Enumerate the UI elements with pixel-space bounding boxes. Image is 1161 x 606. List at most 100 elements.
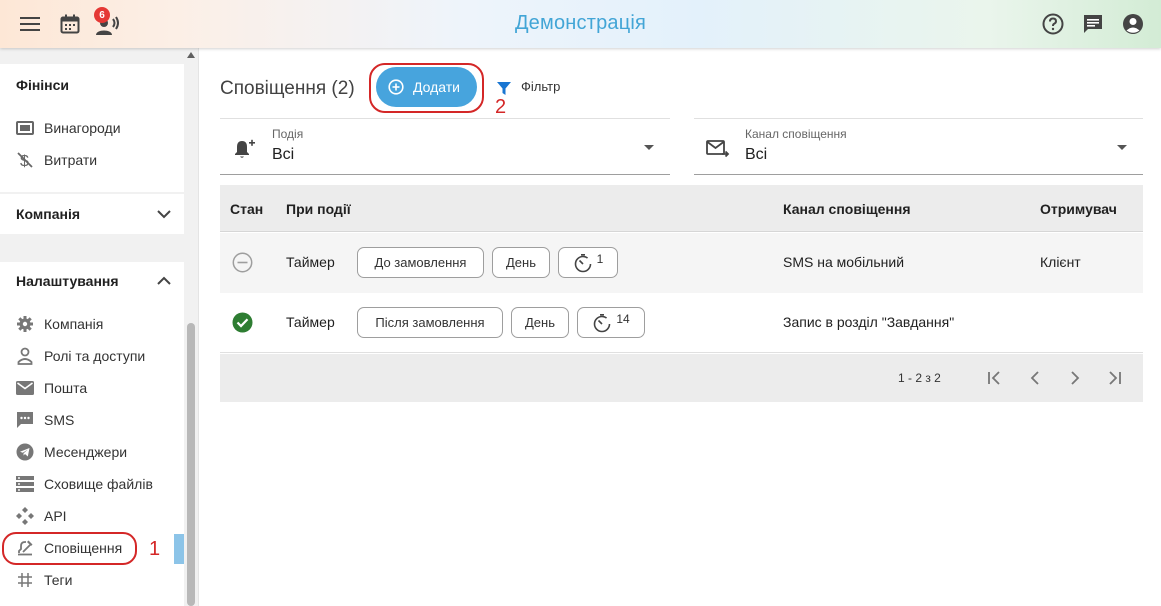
event-select[interactable]: Подія Всі xyxy=(220,118,670,175)
status-enabled-icon xyxy=(232,312,253,333)
annotation-number: 2 xyxy=(495,96,507,118)
chip-label: 1 xyxy=(596,251,604,266)
menu-icon[interactable] xyxy=(18,12,42,36)
scroll-up-arrow-icon[interactable] xyxy=(187,52,195,58)
timing-chip[interactable]: Після замовлення xyxy=(357,307,503,338)
sidebar-item-mail[interactable]: Пошта xyxy=(0,372,184,404)
sms-icon xyxy=(16,411,34,429)
recipient-name: Клієнт xyxy=(1040,254,1081,270)
mail-icon xyxy=(16,379,34,397)
annotation-oval xyxy=(369,63,484,113)
event-type: Таймер xyxy=(286,314,335,330)
annotation-number: 1 xyxy=(149,538,161,560)
sidebar-item-rewards[interactable]: Винагороди xyxy=(0,112,184,144)
channel-select-label: Канал сповіщення xyxy=(745,127,847,141)
sidebar-item-tags[interactable]: Теги xyxy=(0,564,184,596)
chip-label: 14 xyxy=(616,311,630,326)
event-select-label: Подія xyxy=(272,127,304,141)
prev-page-icon[interactable] xyxy=(1025,368,1045,388)
table-row[interactable]: Таймер До замовлення День 1 SMS на мобіл… xyxy=(220,233,1143,293)
chevron-down-icon xyxy=(157,210,171,219)
timer-icon xyxy=(574,253,591,272)
sidebar-item-api[interactable]: API xyxy=(0,500,184,532)
column-header-status[interactable]: Стан xyxy=(230,201,263,217)
storage-icon xyxy=(16,475,34,493)
event-type: Таймер xyxy=(286,254,335,270)
chevron-up-icon[interactable] xyxy=(154,271,174,291)
dropdown-arrow-icon xyxy=(644,145,654,150)
timer-icon xyxy=(594,313,611,332)
help-icon[interactable] xyxy=(1041,12,1065,36)
sidebar-item-roles[interactable]: Ролі та доступи xyxy=(0,340,184,372)
app-title: Демонстрація xyxy=(514,12,647,34)
bell-plus-icon xyxy=(235,139,255,158)
next-page-icon[interactable] xyxy=(1065,368,1085,388)
unit-chip[interactable]: День xyxy=(511,307,569,338)
account-icon[interactable] xyxy=(1121,12,1145,36)
sidebar-item-sms[interactable]: SMS xyxy=(0,404,184,436)
sidebar-item-label: Компанія xyxy=(44,316,104,332)
sidebar-item-label: API xyxy=(44,508,67,524)
chip-label: До замовлення xyxy=(374,255,467,270)
sidebar-item-messengers[interactable]: Месенджери xyxy=(0,436,184,468)
count-chip[interactable]: 14 xyxy=(577,307,645,338)
sidebar-item-label: Витрати xyxy=(44,152,98,168)
scrollbar-thumb[interactable] xyxy=(187,323,195,606)
timing-chip[interactable]: До замовлення xyxy=(357,247,484,278)
sidebar-item-label: SMS xyxy=(44,412,75,428)
active-item-indicator xyxy=(174,534,184,564)
sidebar-section-title: Налаштування xyxy=(16,273,119,289)
gear-icon xyxy=(16,315,34,333)
sidebar-item-label: Ролі та доступи xyxy=(44,348,146,364)
channel-name: SMS на мобільний xyxy=(783,254,905,270)
dollar-strike-icon: $ xyxy=(16,151,34,169)
table-pagination: 1 - 2 з 2 xyxy=(220,354,1143,402)
column-header-recipient[interactable]: Отримувач xyxy=(1040,201,1117,217)
sidebar-item-expenses[interactable]: $ Витрати xyxy=(0,144,184,176)
telegram-icon xyxy=(16,443,34,461)
notifications-table: Стан При події Канал сповіщення Отримува… xyxy=(220,185,1143,402)
sidebar-item-label: Сховище файлів xyxy=(44,476,153,492)
channel-select[interactable]: Канал сповіщення Всі xyxy=(694,118,1143,175)
sidebar-item-company[interactable]: Компанія xyxy=(0,308,184,340)
dropdown-arrow-icon xyxy=(1117,145,1127,150)
channel-select-value: Всі xyxy=(745,146,768,163)
status-disabled-icon xyxy=(232,252,253,273)
money-icon xyxy=(16,119,34,137)
sidebar-section-company[interactable]: Компанія xyxy=(0,194,184,234)
column-header-channel[interactable]: Канал сповіщення xyxy=(783,201,911,217)
sidebar-item-file-storage[interactable]: Сховище файлів xyxy=(0,468,184,500)
sidebar-section-finance: Фінінси Винагороди $ Витрати xyxy=(0,64,184,192)
event-select-value: Всі xyxy=(272,146,295,163)
sidebar-item-label: Винагороди xyxy=(44,120,121,136)
column-header-event[interactable]: При події xyxy=(286,201,351,217)
chat-icon[interactable] xyxy=(1081,12,1105,36)
sidebar: Фінінси Винагороди $ Витрати Компанія На… xyxy=(0,48,199,606)
filter-icon xyxy=(497,82,511,95)
hashtag-icon xyxy=(16,571,34,589)
api-icon xyxy=(16,507,34,525)
table-header: Стан При події Канал сповіщення Отримува… xyxy=(220,185,1143,232)
last-page-icon[interactable] xyxy=(1104,368,1124,388)
calendar-icon[interactable] xyxy=(58,12,82,36)
sidebar-section-title: Компанія xyxy=(16,206,81,222)
count-chip[interactable]: 1 xyxy=(558,247,618,278)
chip-label: День xyxy=(525,315,555,330)
top-app-bar: 6 Демонстрація xyxy=(0,0,1161,48)
unit-chip[interactable]: День xyxy=(492,247,550,278)
first-page-icon[interactable] xyxy=(985,368,1005,388)
annotation-oval xyxy=(2,532,137,565)
pagination-range: 1 - 2 з 2 xyxy=(898,371,941,385)
chip-label: День xyxy=(506,255,536,270)
sidebar-item-label: Теги xyxy=(44,572,73,588)
person-icon xyxy=(16,347,34,365)
sidebar-section-title: Фінінси xyxy=(16,77,70,93)
notification-badge: 6 xyxy=(94,7,110,23)
sidebar-item-label: Месенджери xyxy=(44,444,128,460)
sidebar-item-label: Пошта xyxy=(44,380,88,396)
channel-name: Запис в розділ "Завдання" xyxy=(783,314,955,330)
filter-label: Фільтр xyxy=(521,79,561,94)
mail-send-icon xyxy=(706,140,730,158)
page-title: Сповіщення (2) xyxy=(220,78,355,99)
table-row[interactable]: Таймер Після замовлення День 14 Запис в … xyxy=(220,293,1143,353)
